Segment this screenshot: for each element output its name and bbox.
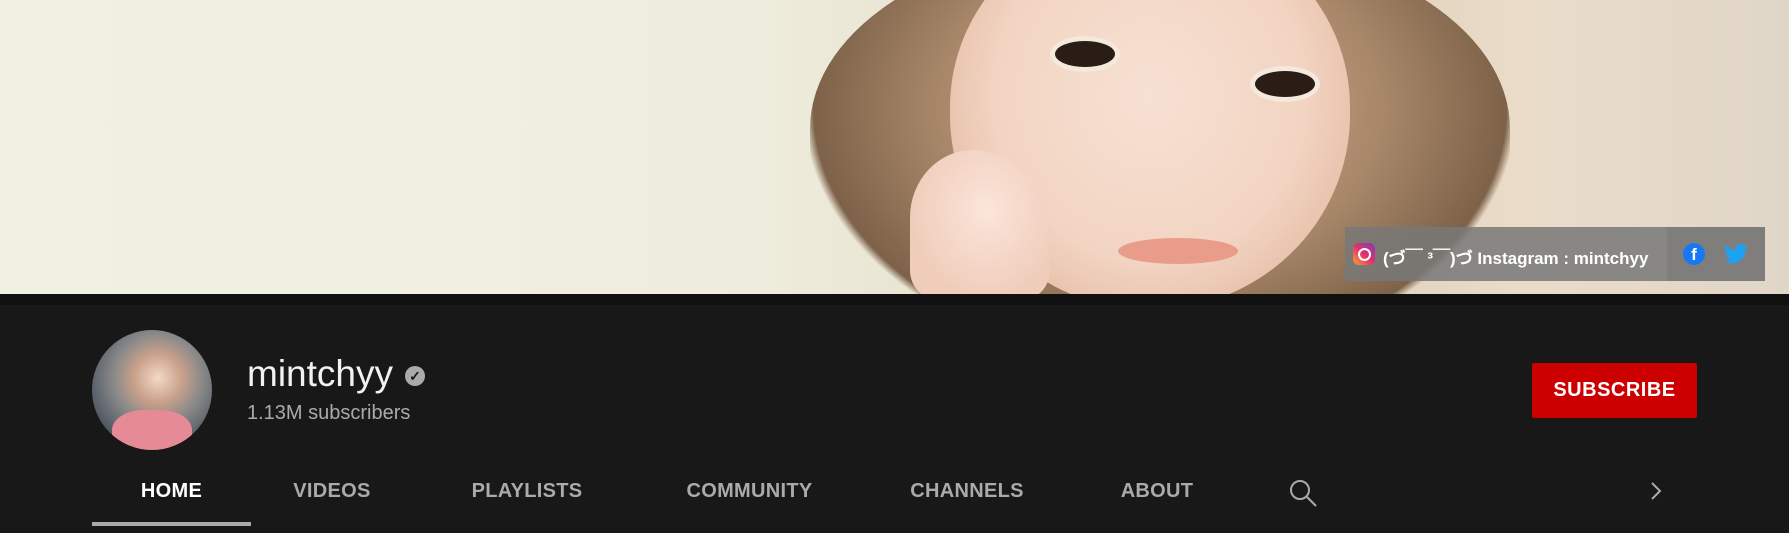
subscribe-button[interactable]: SUBSCRIBE [1532,363,1697,418]
facebook-icon[interactable]: f [1683,243,1705,265]
tab-home[interactable]: HOME [92,470,251,530]
banner-edge [0,294,1789,305]
banner-link-text[interactable]: (づ￣ ³￣)づ Instagram : mintchyy [1383,244,1648,269]
tab-videos[interactable]: VIDEOS [282,470,382,530]
verified-badge-icon: ✓ [405,366,425,386]
chevron-right-icon[interactable] [1646,481,1666,501]
tab-channels[interactable]: CHANNELS [902,470,1032,530]
channel-avatar[interactable] [92,330,212,450]
subscriber-count: 1.13M subscribers [247,402,411,424]
banner-eye [1250,66,1320,102]
tab-about[interactable]: ABOUT [1112,470,1202,530]
banner-social-links [1667,227,1765,281]
tab-playlists[interactable]: PLAYLISTS [462,470,592,530]
banner-eye [1050,36,1120,72]
tab-community[interactable]: COMMUNITY [667,470,832,530]
twitter-icon[interactable] [1724,243,1748,265]
instagram-icon[interactable] [1353,243,1375,265]
banner-lips [1118,238,1238,264]
channel-name: mintchyy [247,353,393,394]
search-icon[interactable] [1288,478,1318,508]
